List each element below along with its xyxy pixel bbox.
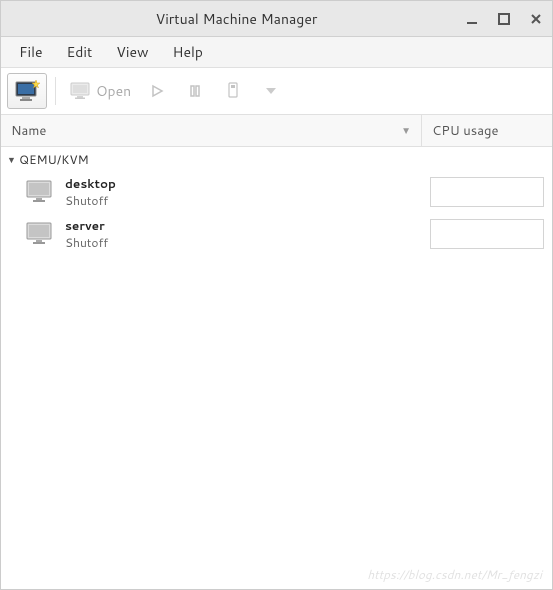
vm-name: server bbox=[65, 217, 108, 234]
vm-row-left: server Shutoff bbox=[1, 217, 422, 251]
shutdown-menu-button[interactable] bbox=[253, 73, 289, 109]
watermark: https://blog.csdn.net/Mr_fengzi bbox=[367, 566, 542, 583]
play-icon bbox=[150, 84, 164, 98]
maximize-icon bbox=[498, 13, 510, 25]
minimize-icon bbox=[466, 13, 478, 25]
minimize-button[interactable] bbox=[464, 11, 480, 27]
toolbar-separator bbox=[55, 77, 56, 105]
vm-list: ▼ QEMU/KVM desktop Shutoff bbox=[1, 147, 552, 589]
menu-help[interactable]: Help bbox=[163, 38, 213, 66]
close-icon bbox=[530, 13, 542, 25]
menu-edit[interactable]: Edit bbox=[57, 38, 103, 66]
close-button[interactable] bbox=[528, 11, 544, 27]
column-header-name[interactable]: Name ▼ bbox=[1, 115, 422, 146]
cpu-usage-graph bbox=[430, 219, 544, 249]
window-title: Virtual Machine Manager bbox=[9, 9, 464, 29]
vm-row-left: desktop Shutoff bbox=[1, 175, 422, 209]
vm-status: Shutoff bbox=[65, 234, 108, 251]
shutdown-button[interactable] bbox=[215, 73, 251, 109]
monitor-new-icon bbox=[14, 80, 40, 102]
column-headers: Name ▼ CPU usage bbox=[1, 115, 552, 147]
toolbar: Open bbox=[1, 67, 552, 115]
vm-status: Shutoff bbox=[65, 192, 116, 209]
pause-button[interactable] bbox=[177, 73, 213, 109]
column-header-cpu[interactable]: CPU usage bbox=[422, 122, 552, 140]
vm-info: desktop Shutoff bbox=[65, 175, 116, 209]
column-header-name-label: Name bbox=[11, 122, 46, 140]
vm-cpu-cell bbox=[422, 219, 552, 249]
pause-icon bbox=[188, 84, 202, 98]
monitor-icon bbox=[25, 179, 55, 205]
maximize-button[interactable] bbox=[496, 11, 512, 27]
column-header-cpu-label: CPU usage bbox=[432, 122, 498, 140]
vm-row[interactable]: server Shutoff bbox=[1, 213, 552, 255]
vm-name: desktop bbox=[65, 175, 116, 192]
expand-caret-icon: ▼ bbox=[7, 153, 19, 166]
titlebar: Virtual Machine Manager bbox=[1, 1, 552, 37]
connection-row[interactable]: ▼ QEMU/KVM bbox=[1, 147, 552, 171]
shutdown-icon bbox=[226, 82, 240, 100]
chevron-down-icon bbox=[266, 88, 276, 94]
window-controls bbox=[464, 11, 544, 27]
connection-name: QEMU/KVM bbox=[19, 151, 89, 168]
monitor-icon bbox=[25, 221, 55, 247]
menu-view[interactable]: View bbox=[106, 38, 158, 66]
open-button[interactable]: Open bbox=[64, 73, 137, 109]
vm-row[interactable]: desktop Shutoff bbox=[1, 171, 552, 213]
sort-caret-icon: ▼ bbox=[401, 124, 411, 138]
monitor-icon bbox=[70, 82, 92, 100]
run-button[interactable] bbox=[139, 73, 175, 109]
cpu-usage-graph bbox=[430, 177, 544, 207]
vm-cpu-cell bbox=[422, 177, 552, 207]
vm-info: server Shutoff bbox=[65, 217, 108, 251]
menu-file[interactable]: File bbox=[9, 38, 53, 66]
menubar: File Edit View Help bbox=[1, 37, 552, 67]
open-label: Open bbox=[96, 81, 131, 101]
new-vm-button[interactable] bbox=[7, 73, 47, 109]
